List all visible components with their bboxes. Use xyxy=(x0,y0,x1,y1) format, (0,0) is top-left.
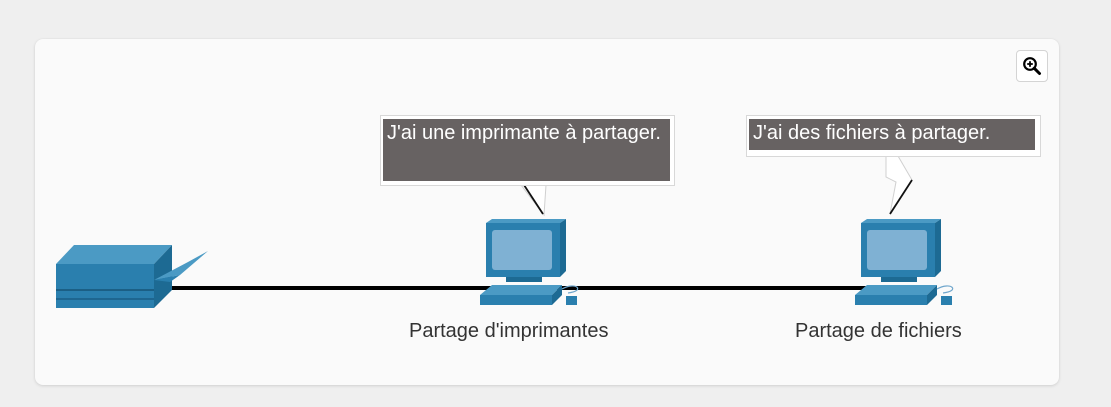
computer-icon xyxy=(855,219,954,305)
printer-icon xyxy=(56,245,208,308)
node-label: Partage d'imprimantes xyxy=(409,320,609,342)
speech-bubble-text: J'ai une imprimante à partager. xyxy=(383,119,670,181)
node-label: Partage de fichiers xyxy=(795,320,962,342)
network-diagram xyxy=(56,155,954,308)
computer-icon xyxy=(480,219,579,305)
speech-bubble-text: J'ai des fichiers à partager. xyxy=(749,119,1035,150)
